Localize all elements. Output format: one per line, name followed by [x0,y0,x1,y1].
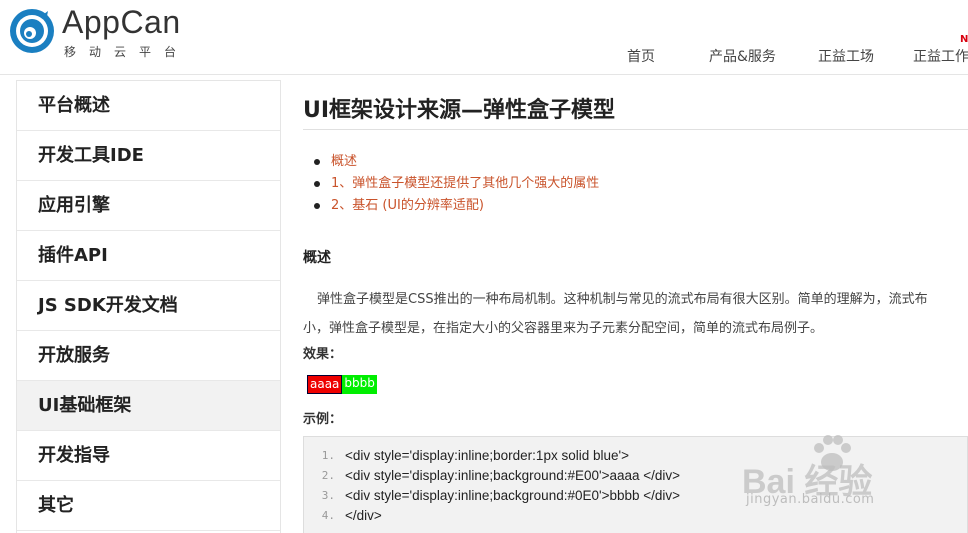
article-content: UI框架设计来源—弹性盒子模型 概述 1、弹性盒子模型还提供了其他几个强大的属性… [303,80,968,533]
sidebar-item-open-services[interactable]: 开放服务 [17,331,280,381]
nav-workshop[interactable]: 正益工场 [818,46,874,66]
code-text: <div style='display:inline;background:#0… [345,488,681,503]
paragraph-line: 弹性盒子模型是CSS推出的一种布局机制。这种机制与常见的流式布局有很大区别。简单… [317,292,928,307]
overview-paragraph: 弹性盒子模型是CSS推出的一种布局机制。这种机制与常见的流式布局有很大区别。简单… [303,285,968,343]
code-block: 1. <div style='display:inline;border:1px… [303,436,968,533]
effect-demo: aaaa bbbb [307,375,968,394]
sidebar-item-dev-guide[interactable]: 开发指导 [17,431,280,481]
table-of-contents: 概述 1、弹性盒子模型还提供了其他几个强大的属性 2、基石 (UI的分辨率适配) [303,151,968,217]
nav-home[interactable]: 首页 [627,46,655,66]
code-text: </div> [345,508,382,523]
nav-products-services[interactable]: 产品&服务 [709,46,776,66]
brand-subtitle: 移动云平台 [64,45,190,59]
appcan-logo-icon[interactable] [8,7,56,55]
code-line: 2. <div style='display:inline;background… [304,466,967,486]
sidebar-item-other[interactable]: 其它 [17,481,280,531]
line-number: 4. [321,509,335,522]
docs-sidebar: 平台概述 开发工具IDE 应用引擎 插件API JS SDK开发文档 开放服务 … [16,80,281,533]
sidebar-item-dev-tools-ide[interactable]: 开发工具IDE [17,131,280,181]
code-text: <div style='display:inline;border:1px so… [345,448,629,463]
sidebar-item-plugin-api[interactable]: 插件API [17,231,280,281]
nav-work[interactable]: 正益工作 [913,46,968,66]
new-badge: N [960,34,968,45]
line-number: 3. [321,489,335,502]
code-line: 4. </div> [304,506,967,526]
sidebar-item-app-engine[interactable]: 应用引擎 [17,181,280,231]
site-header: AppCan 移动云平台 首页 产品&服务 正益工场 正益工作 N [0,0,968,75]
demo-box-green: bbbb [342,375,377,394]
section-heading-overview: 概述 [303,250,331,266]
line-number: 1. [321,449,335,462]
effect-label: 效果： [303,347,343,362]
paragraph-line: 小，弹性盒子模型是，在指定大小的父容器里来为子元素分配空间，简单的流式布局例子。 [303,321,824,336]
sidebar-item-ui-framework[interactable]: UI基础框架 [17,381,280,431]
code-line: 3. <div style='display:inline;background… [304,486,967,506]
example-label: 示例： [303,412,343,427]
toc-link-resolution-adaptation[interactable]: 2、基石 (UI的分辨率适配) [313,195,968,217]
brand-name[interactable]: AppCan [62,4,181,41]
sidebar-item-js-sdk-docs[interactable]: JS SDK开发文档 [17,281,280,331]
line-number: 2. [321,469,335,482]
toc-link-overview[interactable]: 概述 [313,151,968,173]
sidebar-item-platform-overview[interactable]: 平台概述 [17,81,280,131]
code-text: <div style='display:inline;background:#E… [345,468,681,483]
demo-box-red: aaaa [307,375,343,394]
page-title: UI框架设计来源—弹性盒子模型 [303,80,968,130]
code-line: 1. <div style='display:inline;border:1px… [304,446,967,466]
toc-link-flexbox-properties[interactable]: 1、弹性盒子模型还提供了其他几个强大的属性 [313,173,968,195]
